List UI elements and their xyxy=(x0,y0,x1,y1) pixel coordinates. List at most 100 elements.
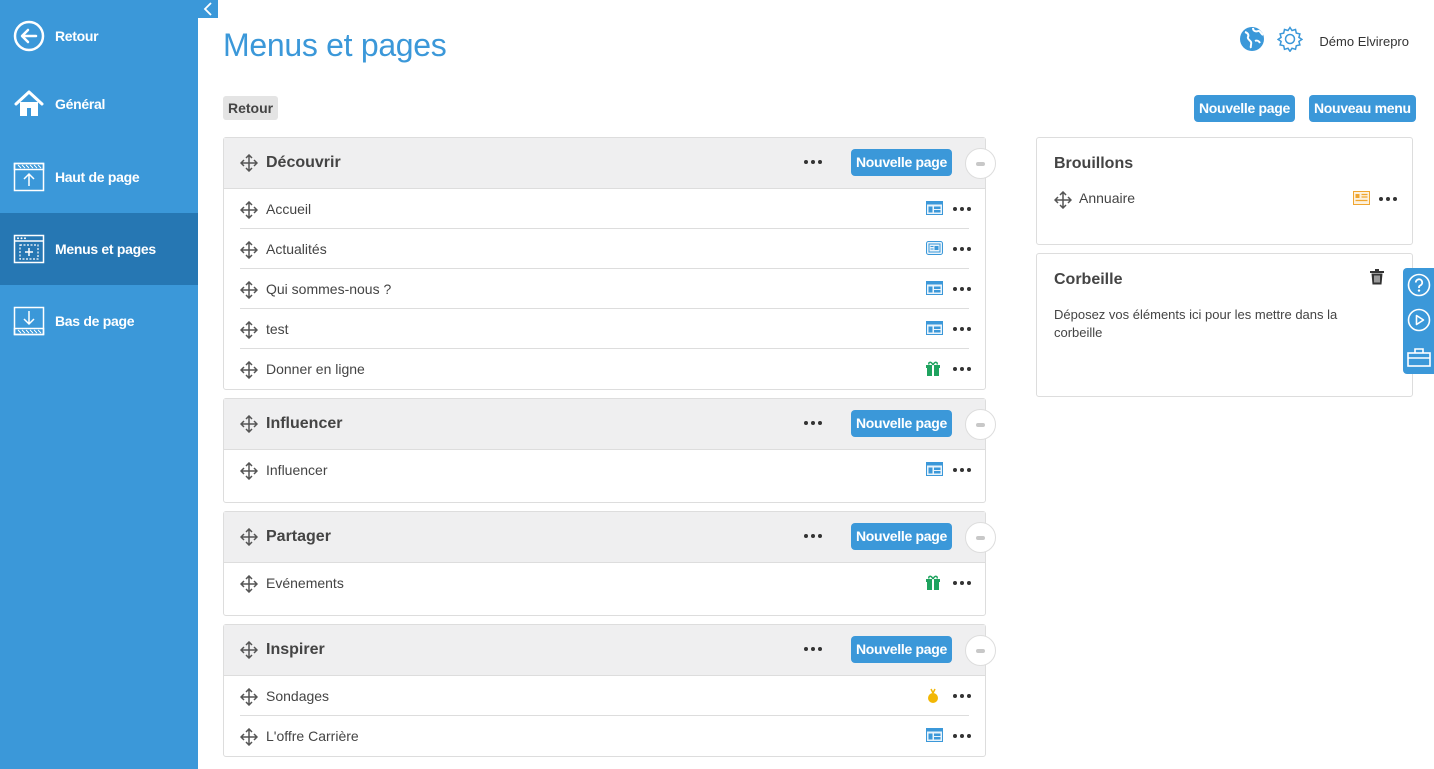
move-icon[interactable] xyxy=(239,320,259,344)
page-row[interactable]: Evénements xyxy=(239,563,972,615)
more-options-icon[interactable] xyxy=(952,319,972,339)
more-options-icon[interactable] xyxy=(952,239,972,259)
move-icon[interactable] xyxy=(239,640,259,664)
move-icon[interactable] xyxy=(239,527,259,551)
trash-icon[interactable] xyxy=(1370,269,1384,290)
menu-card: Partager Nouvelle page Evénements xyxy=(223,511,996,616)
layout-page-icon xyxy=(926,728,943,747)
menu-new-page-button[interactable]: Nouvelle page xyxy=(851,636,953,663)
collapse-menu-button[interactable] xyxy=(965,522,996,553)
more-options-icon[interactable] xyxy=(803,152,823,172)
page-row[interactable]: Qui sommes-nous ? xyxy=(239,269,972,309)
sidebar-item-label: Menus et pages xyxy=(55,241,156,257)
layout-page-icon xyxy=(926,281,943,300)
menu-card: Inspirer Nouvelle page Sondages L'offre … xyxy=(223,624,996,757)
move-icon[interactable] xyxy=(239,574,259,598)
news-page-icon xyxy=(926,241,943,260)
page-row[interactable]: L'offre Carrière xyxy=(239,716,972,756)
menu-title: Influencer xyxy=(266,415,343,432)
user-name[interactable]: Démo Elvirepro xyxy=(1319,34,1409,49)
sidebar-item-back[interactable]: Retour xyxy=(0,0,198,72)
page-row[interactable]: Donner en ligne xyxy=(239,349,972,389)
play-video-icon[interactable] xyxy=(1407,308,1431,332)
back-arrow-icon xyxy=(12,19,46,53)
more-options-icon[interactable] xyxy=(952,279,972,299)
new-page-button[interactable]: Nouvelle page xyxy=(1194,95,1296,122)
move-icon[interactable] xyxy=(239,414,259,438)
help-icon[interactable] xyxy=(1407,273,1431,297)
more-options-icon[interactable] xyxy=(952,359,972,379)
move-icon[interactable] xyxy=(1053,190,1073,214)
more-options-icon[interactable] xyxy=(803,526,823,546)
page-label: Accueil xyxy=(266,201,312,217)
menu-header: Découvrir Nouvelle page xyxy=(224,138,985,189)
sidebar-item-label: Général xyxy=(55,96,106,112)
page-label: Influencer xyxy=(266,462,328,478)
sidebar-item-menus-pages[interactable]: Menus et pages xyxy=(0,213,198,285)
more-options-icon[interactable] xyxy=(952,726,972,746)
move-icon[interactable] xyxy=(239,200,259,224)
sidebar-item-header[interactable]: Haut de page xyxy=(0,141,198,213)
collapse-sidebar-button[interactable] xyxy=(198,0,218,18)
page-row[interactable]: Sondages xyxy=(239,676,972,716)
toolbox-icon[interactable] xyxy=(1407,344,1431,368)
layout-page-icon xyxy=(926,321,943,340)
page-label: L'offre Carrière xyxy=(266,728,359,744)
gear-icon[interactable] xyxy=(1277,26,1304,57)
menu-new-page-button[interactable]: Nouvelle page xyxy=(851,410,953,437)
collapse-menu-button[interactable] xyxy=(965,409,996,440)
page-label: test xyxy=(266,321,289,337)
page-row[interactable]: Actualités xyxy=(239,229,972,269)
drafts-panel: Brouillons Annuaire xyxy=(1036,137,1413,245)
menu-new-page-button[interactable]: Nouvelle page xyxy=(851,523,953,550)
directory-card-icon xyxy=(1353,191,1370,210)
sidebar-item-label: Retour xyxy=(55,28,99,44)
collapse-menu-button[interactable] xyxy=(965,635,996,666)
trash-title: Corbeille xyxy=(1054,271,1123,288)
more-options-icon[interactable] xyxy=(952,573,972,593)
menu-title: Inspirer xyxy=(266,641,325,658)
more-options-icon[interactable] xyxy=(1378,189,1398,209)
poll-icon xyxy=(926,688,940,709)
menu-card: Influencer Nouvelle page Influencer xyxy=(223,398,996,503)
collapse-menu-button[interactable] xyxy=(965,148,996,179)
move-icon[interactable] xyxy=(239,687,259,711)
move-icon[interactable] xyxy=(239,280,259,304)
menus-pages-icon xyxy=(12,232,46,266)
page-title: Menus et pages xyxy=(223,27,447,63)
back-button[interactable]: Retour xyxy=(223,96,279,120)
move-icon[interactable] xyxy=(239,727,259,751)
help-toolbar xyxy=(1403,268,1434,374)
menu-new-page-button[interactable]: Nouvelle page xyxy=(851,149,953,176)
sidebar-item-general[interactable]: Général xyxy=(0,68,198,140)
move-icon[interactable] xyxy=(239,240,259,264)
page-row[interactable]: Accueil xyxy=(239,189,972,229)
more-options-icon[interactable] xyxy=(803,413,823,433)
more-options-icon[interactable] xyxy=(952,460,972,480)
page-header-icon xyxy=(12,160,46,194)
move-icon[interactable] xyxy=(239,461,259,485)
draft-row[interactable]: Annuaire xyxy=(1053,189,1399,210)
trash-instructions: Déposez vos éléments ici pour les mettre… xyxy=(1054,307,1338,340)
menu-header: Influencer Nouvelle page xyxy=(224,399,985,450)
page-label: Donner en ligne xyxy=(266,361,365,377)
more-options-icon[interactable] xyxy=(952,686,972,706)
menu-title: Découvrir xyxy=(266,154,341,171)
page-label: Sondages xyxy=(266,688,330,704)
move-icon[interactable] xyxy=(239,360,259,384)
sidebar-item-footer[interactable]: Bas de page xyxy=(0,285,198,357)
move-icon[interactable] xyxy=(239,153,259,177)
menu-list: Découvrir Nouvelle page Accueil Actualit… xyxy=(223,137,996,765)
menu-header: Partager Nouvelle page xyxy=(224,512,985,563)
gift-icon xyxy=(926,361,940,382)
menu-card: Découvrir Nouvelle page Accueil Actualit… xyxy=(223,137,996,390)
more-options-icon[interactable] xyxy=(803,639,823,659)
more-options-icon[interactable] xyxy=(952,199,972,219)
page-row[interactable]: Influencer xyxy=(239,450,972,502)
trash-panel[interactable]: Corbeille Déposez vos éléments ici pour … xyxy=(1036,253,1413,397)
globe-icon[interactable] xyxy=(1239,26,1265,57)
page-row[interactable]: test xyxy=(239,309,972,349)
page-label: Annuaire xyxy=(1079,190,1136,206)
new-menu-button[interactable]: Nouveau menu xyxy=(1309,95,1416,122)
menu-header: Inspirer Nouvelle page xyxy=(224,625,985,676)
